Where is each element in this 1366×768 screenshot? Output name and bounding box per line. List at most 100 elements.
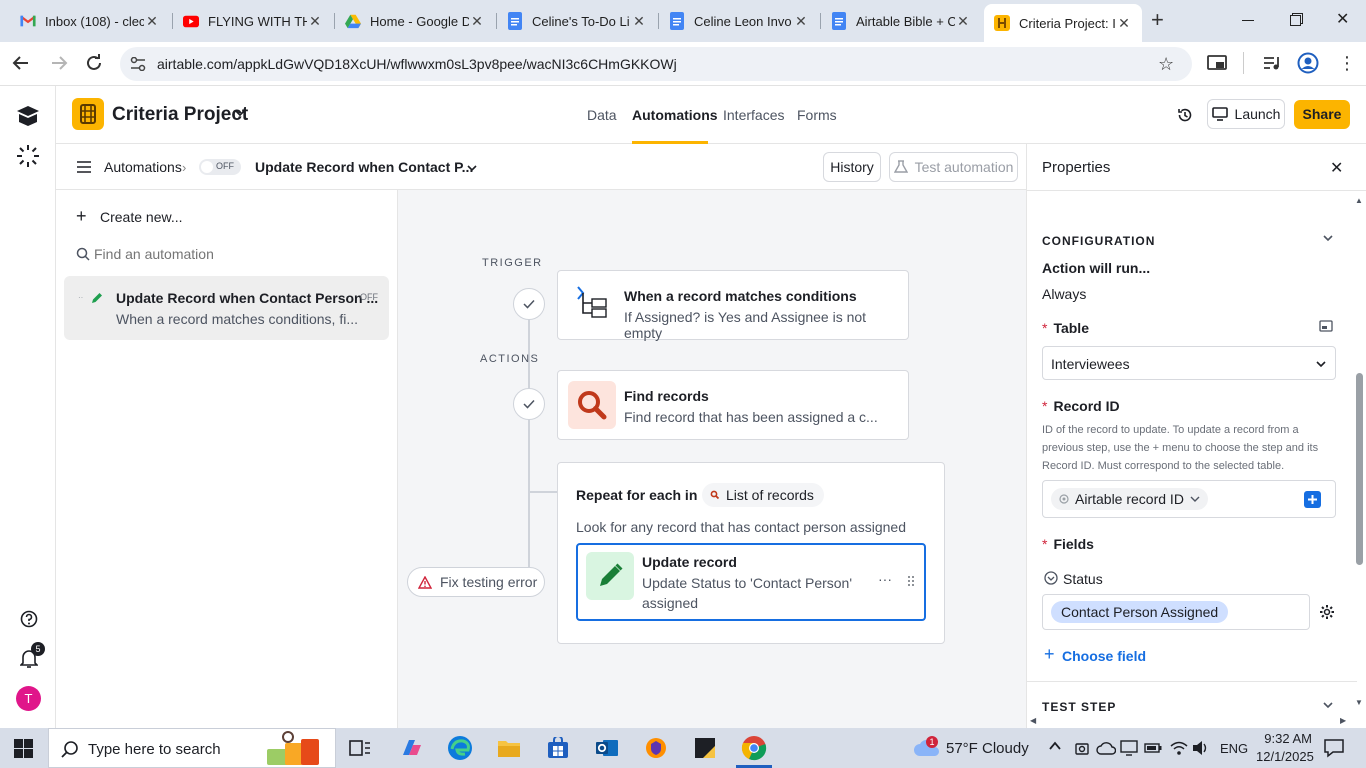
find-records-card[interactable]: Find records Find record that has been a… bbox=[557, 370, 909, 440]
windows-start-icon[interactable] bbox=[14, 739, 33, 758]
plus-icon[interactable]: + bbox=[76, 207, 87, 225]
close-tab-icon[interactable]: ✕ bbox=[631, 13, 647, 29]
close-tab-icon[interactable]: ✕ bbox=[144, 13, 160, 29]
expand-table-icon[interactable] bbox=[1319, 320, 1333, 332]
close-panel-icon[interactable]: ✕ bbox=[1330, 158, 1343, 178]
vpn-shield-icon[interactable] bbox=[642, 734, 670, 762]
task-view-icon[interactable] bbox=[346, 734, 374, 762]
address-bar[interactable]: airtable.com/appkLdGwVQD18XcUH/wflwwxm0s… bbox=[120, 47, 1192, 81]
launch-button[interactable]: Launch bbox=[1207, 99, 1285, 129]
horizontal-scrollbar[interactable]: ◀ ▶ bbox=[1027, 716, 1353, 728]
tab-invoice-doc[interactable]: Celine Leon Invo ✕ bbox=[659, 6, 819, 36]
properties-scrollbar[interactable]: ▲ ▼ bbox=[1353, 196, 1365, 726]
nav-tab-automations[interactable]: Automations bbox=[632, 107, 718, 123]
tab-google-drive[interactable]: Home - Google D ✕ bbox=[335, 6, 495, 36]
close-tab-icon[interactable]: ✕ bbox=[793, 13, 809, 29]
hamburger-menu-icon[interactable] bbox=[77, 161, 91, 173]
base-logo-icon[interactable] bbox=[72, 98, 104, 130]
tab-youtube[interactable]: FLYING WITH TH ✕ bbox=[173, 6, 333, 36]
browser-menu-icon[interactable]: ⋮ bbox=[1338, 54, 1356, 72]
show-hidden-icons-chevron[interactable] bbox=[1048, 740, 1062, 752]
share-button[interactable]: Share bbox=[1294, 100, 1350, 129]
tab-gmail[interactable]: Inbox (108) - clec ✕ bbox=[10, 6, 170, 36]
display-icon[interactable] bbox=[1120, 740, 1138, 756]
media-control-icon[interactable] bbox=[1262, 54, 1280, 72]
close-tab-icon[interactable]: ✕ bbox=[469, 13, 485, 29]
cast-icon[interactable] bbox=[1207, 54, 1227, 72]
notification-center-icon[interactable] bbox=[1324, 738, 1344, 758]
outlook-icon[interactable] bbox=[593, 734, 621, 762]
clock-date[interactable]: 12/1/2025 bbox=[1256, 749, 1314, 764]
chrome-icon[interactable] bbox=[740, 734, 768, 762]
record-id-token[interactable]: Airtable record ID bbox=[1051, 488, 1208, 510]
copilot-icon[interactable] bbox=[397, 734, 425, 762]
microsoft-store-icon[interactable] bbox=[544, 734, 572, 762]
gear-icon[interactable] bbox=[1319, 604, 1335, 620]
file-explorer-icon[interactable] bbox=[495, 734, 523, 762]
chevron-down-icon[interactable] bbox=[234, 107, 246, 119]
breadcrumb-automations[interactable]: Automations bbox=[104, 159, 182, 175]
wifi-icon[interactable] bbox=[1170, 740, 1188, 756]
plus-icon[interactable]: + bbox=[1044, 645, 1055, 663]
find-automation-input[interactable] bbox=[94, 242, 374, 266]
close-tab-icon[interactable]: ✕ bbox=[955, 13, 971, 29]
status-value-field[interactable]: Contact Person Assigned bbox=[1042, 594, 1310, 630]
close-tab-icon[interactable]: ✕ bbox=[1116, 15, 1132, 31]
tab-airtable-bible[interactable]: Airtable Bible + C ✕ bbox=[821, 6, 981, 36]
taskbar-search-box[interactable]: Type here to search bbox=[48, 728, 336, 768]
record-id-field[interactable]: Airtable record ID bbox=[1042, 480, 1336, 518]
insert-token-plus-icon[interactable] bbox=[1304, 491, 1321, 508]
new-tab-icon[interactable]: + bbox=[1151, 9, 1164, 31]
close-tab-icon[interactable]: ✕ bbox=[307, 13, 323, 29]
collapse-chevron-icon[interactable] bbox=[1322, 699, 1334, 711]
choose-field-button[interactable]: Choose field bbox=[1062, 648, 1146, 664]
nav-tab-forms[interactable]: Forms bbox=[797, 107, 837, 123]
automation-list-item[interactable]: ·· Update Record when Contact Person ...… bbox=[64, 276, 389, 340]
more-options-icon[interactable]: ··· bbox=[878, 571, 892, 587]
edge-browser-icon[interactable] bbox=[446, 734, 474, 762]
automation-title[interactable]: Update Record when Contact P... bbox=[255, 159, 473, 175]
chevron-down-icon[interactable] bbox=[466, 162, 478, 174]
weather-text[interactable]: 57°F Cloudy bbox=[946, 740, 1029, 757]
list-of-records-chip[interactable]: List of records bbox=[702, 483, 824, 507]
status-chip[interactable]: Contact Person Assigned bbox=[1051, 601, 1229, 623]
clock-time[interactable]: 9:32 AM bbox=[1262, 731, 1312, 746]
language-indicator[interactable]: ENG bbox=[1220, 741, 1248, 756]
sticky-app-icon[interactable] bbox=[691, 734, 719, 762]
base-name[interactable]: Criteria Project bbox=[112, 104, 248, 126]
help-icon[interactable] bbox=[20, 610, 38, 628]
automation-toggle[interactable]: OFF bbox=[199, 159, 241, 175]
nav-tab-data[interactable]: Data bbox=[587, 107, 617, 123]
reload-icon[interactable] bbox=[85, 54, 103, 72]
tab-todo-doc[interactable]: Celine's To-Do Li ✕ bbox=[497, 6, 657, 36]
cloud-sync-icon[interactable] bbox=[1096, 741, 1116, 755]
tab-criteria-project[interactable]: Criteria Project: In ✕ bbox=[984, 4, 1142, 42]
volume-icon[interactable] bbox=[1192, 740, 1210, 756]
restore-icon[interactable] bbox=[1290, 13, 1303, 26]
history-clock-icon[interactable] bbox=[1177, 107, 1193, 123]
profile-icon[interactable] bbox=[1297, 52, 1319, 74]
history-button[interactable]: History bbox=[823, 152, 881, 182]
drag-dots-icon[interactable]: ·· bbox=[78, 293, 83, 302]
scrollbar-thumb[interactable] bbox=[1356, 373, 1363, 565]
close-window-icon[interactable]: ✕ bbox=[1336, 9, 1349, 29]
create-new-button[interactable]: Create new... bbox=[100, 209, 183, 225]
bookmark-star-icon[interactable]: ☆ bbox=[1158, 54, 1174, 75]
table-select[interactable]: Interviewees bbox=[1042, 346, 1336, 380]
nav-tab-interfaces[interactable]: Interfaces bbox=[723, 107, 784, 123]
workspace-burst-icon[interactable] bbox=[16, 144, 40, 168]
minimize-icon[interactable] bbox=[1242, 10, 1256, 30]
camera-icon[interactable] bbox=[1074, 740, 1090, 756]
trigger-card[interactable]: When a record matches conditions If Assi… bbox=[557, 270, 909, 341]
battery-icon[interactable] bbox=[1144, 740, 1162, 756]
action-runs-value[interactable]: Always bbox=[1042, 286, 1086, 302]
home-book-icon[interactable] bbox=[16, 105, 40, 127]
fix-testing-error-button[interactable]: Fix testing error bbox=[407, 567, 545, 597]
collapse-chevron-icon[interactable] bbox=[1322, 232, 1334, 244]
drag-handle-icon[interactable] bbox=[907, 575, 915, 587]
back-icon[interactable] bbox=[12, 54, 30, 72]
user-avatar[interactable]: T bbox=[16, 686, 41, 711]
repeat-group-card[interactable]: Repeat for each in List of records Look … bbox=[557, 462, 945, 644]
update-record-card[interactable]: Update record Update Status to 'Contact … bbox=[576, 543, 926, 621]
site-info-icon[interactable] bbox=[130, 57, 146, 71]
